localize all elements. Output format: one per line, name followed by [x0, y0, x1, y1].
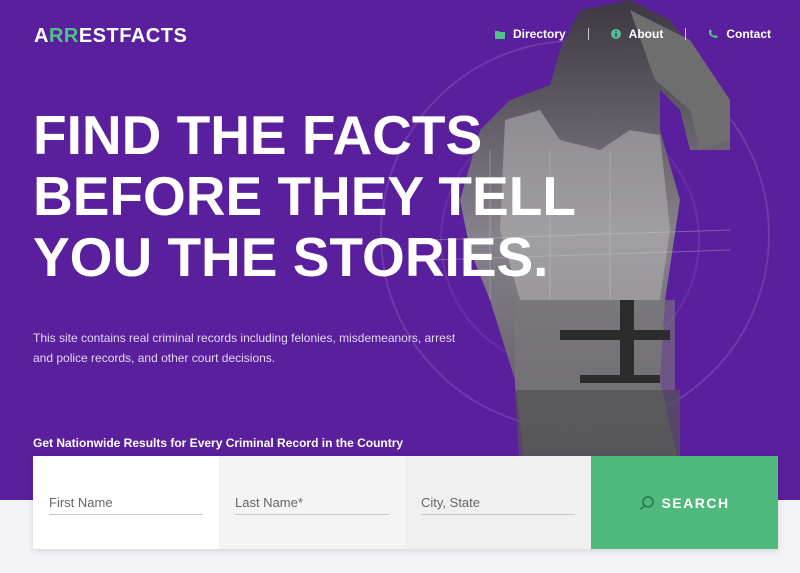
- hero-description: This site contains real criminal records…: [33, 331, 456, 365]
- nav-divider: [685, 28, 687, 40]
- logo-accent: RR: [48, 25, 79, 47]
- search-button-label: SEARCH: [661, 494, 730, 511]
- info-icon: [610, 29, 621, 39]
- headline-line: FIND THE FACTS: [33, 104, 483, 166]
- logo[interactable]: A RR ESTFACTS: [34, 22, 187, 48]
- search-button[interactable]: SEARCH: [591, 456, 778, 549]
- last-name-field-wrap: [219, 456, 405, 549]
- search-label: Get Nationwide Results for Every Crimina…: [33, 436, 404, 450]
- search-icon: [640, 495, 655, 510]
- nav-about[interactable]: About: [610, 27, 664, 41]
- phone-icon: [709, 29, 718, 38]
- search-form: SEARCH: [33, 456, 778, 549]
- headline-line: BEFORE THEY TELL: [33, 165, 576, 227]
- last-name-input[interactable]: [235, 495, 389, 515]
- nav-divider: [587, 28, 589, 40]
- first-name-field-wrap: [33, 456, 219, 549]
- hero-section: A RR ESTFACTS Directory About Contact FIND…: [0, 0, 800, 500]
- city-state-input[interactable]: [421, 495, 575, 515]
- city-state-field-wrap: [405, 456, 591, 549]
- nav-contact[interactable]: Contact: [708, 27, 771, 41]
- headline-line: YOU THE STORIES.: [33, 226, 549, 288]
- first-name-input[interactable]: [49, 495, 203, 515]
- main-nav: Directory About Contact: [494, 27, 771, 41]
- nav-contact-label: Contact: [726, 27, 771, 41]
- hero-headline: FIND THE FACTS BEFORE THEY TELL YOU THE …: [33, 104, 576, 288]
- logo-letter: A: [34, 25, 49, 47]
- nav-about-label: About: [628, 27, 664, 41]
- nav-directory[interactable]: Directory: [494, 27, 566, 41]
- logo-text: ESTFACTS: [78, 25, 188, 47]
- folder-icon: [494, 30, 505, 39]
- nav-directory-label: Directory: [512, 27, 566, 41]
